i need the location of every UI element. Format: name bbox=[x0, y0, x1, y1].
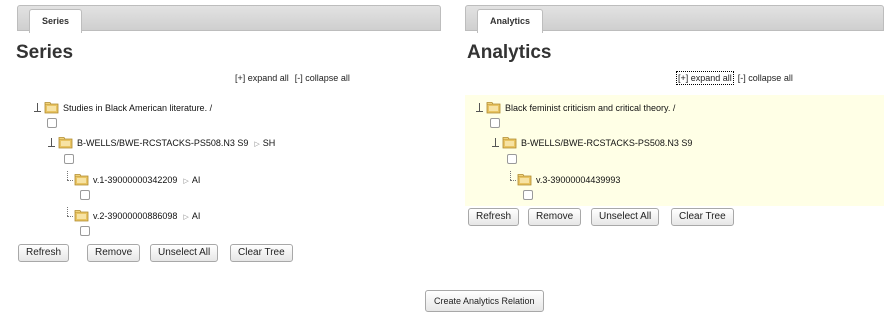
tree-expanded-icon[interactable] bbox=[475, 101, 484, 115]
analytics-clear-tree-button[interactable]: Clear Tree bbox=[671, 208, 734, 226]
analytics-root-label: Black feminist criticism and critical th… bbox=[505, 103, 676, 113]
triangle-right-icon: ▷ bbox=[183, 214, 189, 221]
analytics-collapse-all-link[interactable]: [-] collapse all bbox=[738, 73, 793, 83]
analytics-holding-checkbox[interactable] bbox=[507, 154, 517, 164]
analytics-tab-strip: Analytics bbox=[465, 5, 884, 33]
series-root-label: Studies in Black American literature. / bbox=[63, 103, 213, 113]
tree-branch-line bbox=[63, 207, 73, 223]
series-clear-tree-button[interactable]: Clear Tree bbox=[230, 244, 293, 262]
folder-icon bbox=[517, 174, 532, 186]
tree-branch-line bbox=[63, 171, 73, 187]
tab-series[interactable]: Series bbox=[29, 9, 83, 33]
create-analytics-relation-button[interactable]: Create Analytics Relation bbox=[425, 290, 544, 312]
series-holding-label: B-WELLS/BWE-RCSTACKS-PS508.N3 S9 ▷ SH bbox=[77, 138, 276, 148]
analytics-root-checkbox[interactable] bbox=[490, 118, 500, 128]
folder-icon bbox=[74, 174, 89, 186]
series-expand-all-link[interactable]: [+] expand all bbox=[235, 73, 289, 83]
tree-expanded-icon[interactable] bbox=[33, 101, 42, 115]
folder-icon bbox=[502, 137, 517, 149]
analytics-unselect-all-button[interactable]: Unselect All bbox=[591, 208, 660, 226]
folder-icon bbox=[74, 210, 89, 222]
analytics-expand-controls: [+] expand all [-] collapse all bbox=[676, 71, 793, 85]
analytics-item-checkbox[interactable] bbox=[523, 190, 533, 200]
series-unselect-all-button[interactable]: Unselect All bbox=[150, 244, 219, 262]
series-tab-strip: Series bbox=[17, 5, 441, 33]
triangle-right-icon: ▷ bbox=[254, 141, 260, 148]
series-remove-button[interactable]: Remove bbox=[87, 244, 141, 262]
series-collapse-all-link[interactable]: [-] collapse all bbox=[295, 73, 350, 83]
analytics-item-label: v.3-39000004439993 bbox=[536, 175, 621, 185]
series-root-checkbox[interactable] bbox=[47, 118, 57, 128]
folder-icon bbox=[486, 102, 501, 114]
series-holding-checkbox[interactable] bbox=[64, 154, 74, 164]
folder-icon bbox=[44, 102, 59, 114]
analytics-remove-button[interactable]: Remove bbox=[528, 208, 582, 226]
analytics-expand-all-link[interactable]: [+] expand all bbox=[676, 71, 734, 85]
analytics-panel-title: Analytics bbox=[467, 42, 552, 63]
tree-expanded-icon[interactable] bbox=[491, 136, 500, 150]
series-item-label: v.2-39000000886098 ▷ AI bbox=[93, 211, 201, 221]
analytics-refresh-button[interactable]: Refresh bbox=[468, 208, 520, 226]
tab-analytics[interactable]: Analytics bbox=[477, 9, 544, 33]
tree-branch-line bbox=[506, 171, 516, 187]
tree-expanded-icon[interactable] bbox=[47, 136, 56, 150]
series-item-label: v.1-39000000342209 ▷ AI bbox=[93, 175, 201, 185]
series-item-checkbox[interactable] bbox=[80, 190, 90, 200]
triangle-right-icon: ▷ bbox=[183, 178, 189, 185]
series-panel-title: Series bbox=[16, 42, 74, 63]
series-item-checkbox[interactable] bbox=[80, 226, 90, 236]
folder-icon bbox=[58, 137, 73, 149]
series-expand-controls: [+] expand all [-] collapse all bbox=[235, 73, 350, 83]
series-refresh-button[interactable]: Refresh bbox=[18, 244, 70, 262]
series-holding-tag: SH bbox=[262, 138, 276, 148]
analytics-holding-label: B-WELLS/BWE-RCSTACKS-PS508.N3 S9 bbox=[521, 138, 693, 148]
